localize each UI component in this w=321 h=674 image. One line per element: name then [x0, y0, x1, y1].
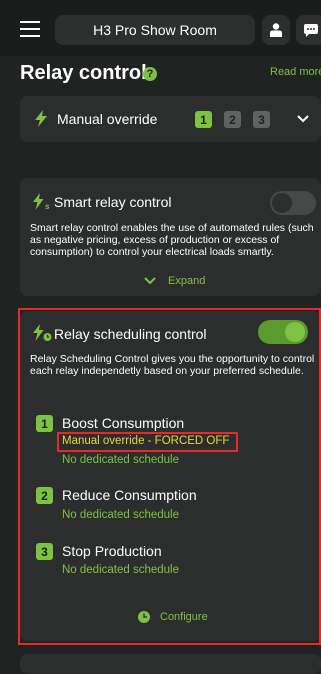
page-title: Relay control [20, 62, 147, 84]
toggle-knob [272, 193, 292, 213]
chevron-down-icon[interactable] [297, 115, 309, 123]
smart-relay-description: Smart relay control enables the use of a… [30, 222, 314, 258]
top-bar: H3 Pro Show Room [0, 0, 321, 56]
manual-relay-3[interactable]: 3 [253, 111, 270, 128]
smart-relay-card: s Smart relay control Smart relay contro… [20, 178, 321, 296]
hamburger-menu-icon [20, 21, 40, 37]
lightning-icon [35, 110, 47, 127]
site-selector[interactable]: H3 Pro Show Room [55, 15, 255, 45]
expand-button[interactable]: Expand [144, 274, 205, 288]
user-icon [270, 23, 282, 37]
manual-override-label: Manual override [57, 111, 158, 127]
next-card [20, 654, 321, 674]
question-icon[interactable]: ? [143, 67, 157, 81]
manual-override-card[interactable]: Manual override 1 2 3 [20, 96, 321, 142]
smart-relay-toggle[interactable] [270, 191, 316, 215]
menu-button[interactable] [16, 15, 44, 43]
lightning-s-icon: s [33, 193, 50, 210]
svg-text:s: s [45, 202, 50, 210]
manual-relay-2[interactable]: 2 [224, 111, 241, 128]
read-more-link[interactable]: Read more [270, 66, 321, 78]
expand-label: Expand [168, 275, 206, 287]
chat-button[interactable] [296, 15, 321, 45]
manual-relay-1[interactable]: 1 [195, 111, 212, 128]
chevron-down-icon [144, 277, 156, 285]
user-button[interactable] [262, 15, 290, 45]
section-highlight [18, 308, 321, 645]
smart-relay-title: Smart relay control [54, 194, 172, 210]
site-title: H3 Pro Show Room [93, 22, 217, 38]
chat-bubble-icon [304, 23, 318, 37]
